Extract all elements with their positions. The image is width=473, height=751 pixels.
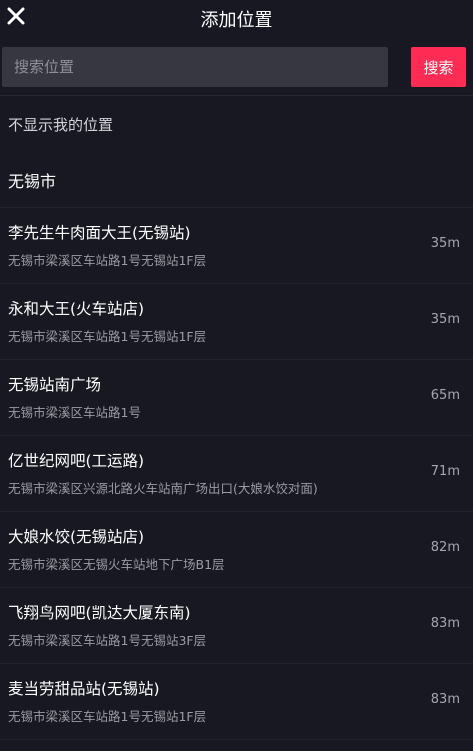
search-button[interactable]: 搜索 [411, 47, 466, 87]
location-address: 无锡市梁溪区车站路1号无锡站3F层 [8, 633, 207, 648]
city-option[interactable]: 无锡市 [0, 152, 473, 208]
location-item[interactable]: 永和大王(火车站店) 无锡市梁溪区车站路1号无锡站1F层 35m [0, 284, 473, 360]
location-name: 无锡站南广场 [8, 376, 102, 394]
location-item[interactable]: 大娘水饺(无锡站店) 无锡市梁溪区无锡火车站地下广场B1层 82m [0, 512, 473, 588]
location-name: 亿世纪网吧(工运路) [8, 452, 145, 470]
location-distance: 83m [430, 692, 460, 707]
hide-location-option[interactable]: 不显示我的位置 [0, 96, 473, 152]
search-input[interactable] [2, 47, 388, 87]
location-address: 无锡市梁溪区车站路1号 [8, 405, 141, 420]
location-distance: 35m [430, 236, 460, 251]
search-bar: 搜索 [0, 47, 473, 89]
location-distance: 35m [430, 312, 460, 327]
location-address: 无锡市梁溪区无锡火车站地下广场B1层 [8, 557, 225, 572]
location-name: 飞翔鸟网吧(凯达大厦东南) [8, 604, 191, 622]
location-name: 大娘水饺(无锡站店) [8, 528, 145, 546]
location-item[interactable]: 亿世纪网吧(工运路) 无锡市梁溪区兴源北路火车站南广场出口(大娘水饺对面) 71… [0, 436, 473, 512]
location-distance: 82m [430, 540, 460, 555]
location-item[interactable]: 飞翔鸟网吧(凯达大厦东南) 无锡市梁溪区车站路1号无锡站3F层 83m [0, 588, 473, 664]
location-address: 无锡市梁溪区车站路1号无锡站1F层 [8, 253, 207, 268]
location-item[interactable]: 李先生牛肉面大王(无锡站) 无锡市梁溪区车站路1号无锡站1F层 35m [0, 208, 473, 284]
location-name: 李先生牛肉面大王(无锡站) [8, 224, 191, 242]
location-item[interactable]: 麦当劳甜品站(无锡站) 无锡市梁溪区车站路1号无锡站1F层 83m [0, 664, 473, 740]
location-item[interactable]: 无锡站南广场 无锡市梁溪区车站路1号 65m [0, 360, 473, 436]
close-icon [7, 7, 25, 25]
location-name: 麦当劳甜品站(无锡站) [8, 680, 160, 698]
close-button[interactable] [4, 4, 28, 28]
location-address: 无锡市梁溪区车站路1号无锡站1F层 [8, 329, 207, 344]
header: 添加位置 [0, 0, 473, 40]
location-list: 李先生牛肉面大王(无锡站) 无锡市梁溪区车站路1号无锡站1F层 35m 永和大王… [0, 208, 473, 740]
page-title: 添加位置 [200, 10, 273, 31]
location-distance: 71m [430, 464, 460, 479]
location-name: 永和大王(火车站店) [8, 300, 145, 318]
location-distance: 65m [430, 388, 460, 403]
location-address: 无锡市梁溪区兴源北路火车站南广场出口(大娘水饺对面) [8, 481, 318, 496]
add-location-page: 添加位置 搜索 不显示我的位置 无锡市 李先生牛肉面大王(无锡站) 无锡市梁溪区… [0, 0, 473, 751]
location-distance: 83m [430, 616, 460, 631]
location-address: 无锡市梁溪区车站路1号无锡站1F层 [8, 709, 207, 724]
